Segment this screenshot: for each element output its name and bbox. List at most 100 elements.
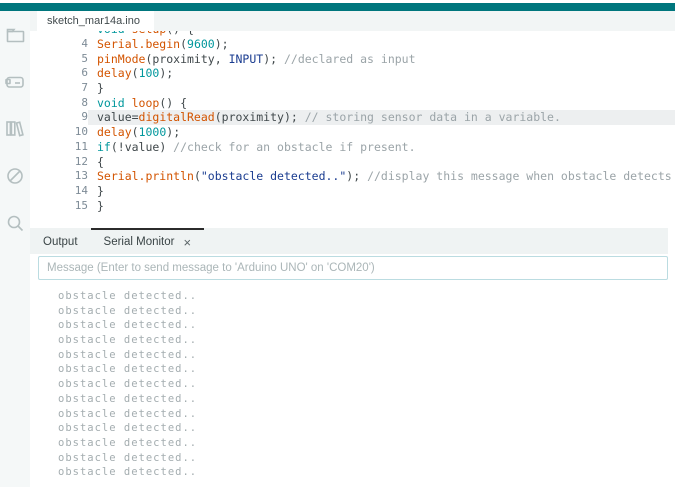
bottom-panel: Output Serial Monitor × obstacle detected.…	[30, 228, 675, 487]
panel-tab-serial-monitor[interactable]: Serial Monitor ×	[91, 228, 205, 254]
clipped-code-text: void setup() {	[30, 31, 675, 36]
code-token: );	[263, 52, 284, 66]
code-token: 9600	[187, 37, 215, 51]
sketchbook-folder-icon[interactable]	[0, 11, 30, 58]
code-token: );	[346, 169, 367, 183]
editor-tab-sketch[interactable]: sketch_mar14a.ino	[37, 11, 154, 31]
code-text[interactable]: }	[88, 81, 675, 96]
panel-tab-bar: Output Serial Monitor ×	[30, 228, 668, 254]
code-token: digitalRead	[139, 110, 215, 124]
line-number: 7	[30, 81, 88, 96]
serial-output-line: obstacle detected..	[58, 377, 675, 392]
line-number: 9	[30, 110, 88, 125]
panel-tab-label: Output	[43, 236, 78, 248]
code-token: (	[132, 66, 139, 80]
line-number: 15	[30, 199, 88, 214]
code-line[interactable]: 10delay(1000);	[30, 125, 675, 140]
window-top-accent-bar	[0, 3, 675, 11]
line-number: 10	[30, 125, 88, 140]
boards-manager-icon[interactable]	[0, 58, 30, 105]
code-line[interactable]: 4Serial.begin(9600);	[30, 37, 675, 52]
code-token: void	[97, 31, 132, 36]
code-text[interactable]: Serial.begin(9600);	[88, 37, 675, 52]
arduino-ide-window: sketch_mar14a.ino void setup() { 4Serial…	[0, 0, 675, 487]
code-text[interactable]: if(!value) //check for an obstacle if pr…	[88, 140, 675, 155]
code-line[interactable]: 5pinMode(proximity, INPUT); //declared a…	[30, 52, 675, 67]
code-text[interactable]: void loop() {	[88, 96, 675, 111]
code-token: void	[97, 96, 132, 110]
code-line[interactable]: 9value=digitalRead(proximity); // storin…	[30, 110, 675, 125]
code-token: Serial.println	[97, 169, 194, 183]
line-number: 4	[30, 37, 88, 52]
code-token: (	[132, 125, 139, 139]
code-token: }	[97, 184, 104, 198]
serial-message-input[interactable]	[38, 256, 668, 280]
serial-output-line: obstacle detected..	[58, 392, 675, 407]
code-line[interactable]: 6delay(100);	[30, 66, 675, 81]
library-manager-icon[interactable]	[0, 105, 30, 152]
code-text[interactable]: pinMode(proximity, INPUT); //declared as…	[88, 52, 675, 67]
code-token: loop	[132, 96, 160, 110]
line-number: 8	[30, 96, 88, 111]
serial-output-line: obstacle detected..	[58, 407, 675, 422]
serial-output-line: obstacle detected..	[58, 451, 675, 466]
code-line[interactable]: 7}	[30, 81, 675, 96]
code-line[interactable]: 11if(!value) //check for an obstacle if …	[30, 140, 675, 155]
code-token: (!value)	[111, 140, 173, 154]
code-token: 1000	[139, 125, 167, 139]
line-number: 6	[30, 66, 88, 81]
line-number: 11	[30, 140, 88, 155]
code-token: );	[166, 125, 180, 139]
serial-message-row	[30, 254, 675, 280]
serial-output-line: obstacle detected..	[58, 465, 675, 480]
panel-tab-label: Serial Monitor	[104, 236, 175, 248]
serial-output-line: obstacle detected..	[58, 304, 675, 319]
serial-monitor-output[interactable]: obstacle detected..obstacle detected..ob…	[30, 280, 675, 480]
code-token: value=	[97, 110, 139, 124]
close-icon[interactable]: ×	[183, 235, 191, 250]
code-token: () {	[166, 31, 194, 36]
serial-output-line: obstacle detected..	[58, 318, 675, 333]
code-token: delay	[97, 125, 132, 139]
code-token: INPUT	[229, 52, 264, 66]
serial-output-line: obstacle detected..	[58, 436, 675, 451]
code-editor[interactable]: void setup() { 4Serial.begin(9600);5pinM…	[30, 31, 675, 228]
code-token: }	[97, 199, 104, 213]
serial-output-line: obstacle detected..	[58, 333, 675, 348]
code-line[interactable]: 13Serial.println("obstacle detected..");…	[30, 169, 675, 184]
serial-output-line: obstacle detected..	[58, 348, 675, 363]
panel-tab-output[interactable]: Output	[30, 228, 91, 254]
code-line[interactable]: 15}	[30, 199, 675, 214]
line-number: 12	[30, 155, 88, 170]
code-token: }	[97, 81, 104, 95]
code-text[interactable]: {	[88, 155, 675, 170]
code-token: setup	[132, 31, 167, 36]
code-token: );	[215, 37, 229, 51]
code-token: (proximity);	[215, 110, 305, 124]
activity-sidebar	[0, 11, 30, 487]
code-text[interactable]: Serial.println("obstacle detected.."); /…	[88, 169, 675, 184]
code-token: delay	[97, 66, 132, 80]
code-text[interactable]: }	[88, 184, 675, 199]
debug-icon[interactable]	[0, 152, 30, 199]
code-lines: 4Serial.begin(9600);5pinMode(proximity, …	[30, 37, 675, 213]
code-text[interactable]: delay(1000);	[88, 125, 675, 140]
code-token: "obstacle detected.."	[201, 169, 346, 183]
search-icon[interactable]	[0, 199, 30, 246]
line-number: 14	[30, 184, 88, 199]
code-token: Serial.begin	[97, 37, 180, 51]
code-token: pinMode	[97, 52, 145, 66]
serial-output-line: obstacle detected..	[58, 421, 675, 436]
code-token: );	[159, 66, 173, 80]
line-number: 5	[30, 52, 88, 67]
code-line[interactable]: 14}	[30, 184, 675, 199]
code-text[interactable]: }	[88, 199, 675, 214]
code-text-current-line[interactable]: value=digitalRead(proximity); // storing…	[88, 110, 675, 125]
code-line[interactable]: 8void loop() {	[30, 96, 675, 111]
code-line[interactable]: 12{	[30, 155, 675, 170]
code-token: (proximity,	[145, 52, 228, 66]
code-text[interactable]: delay(100);	[88, 66, 675, 81]
code-token: //check for an obstacle if present.	[173, 140, 415, 154]
editor-tab-strip: sketch_mar14a.ino	[0, 11, 675, 31]
code-token: (	[180, 37, 187, 51]
